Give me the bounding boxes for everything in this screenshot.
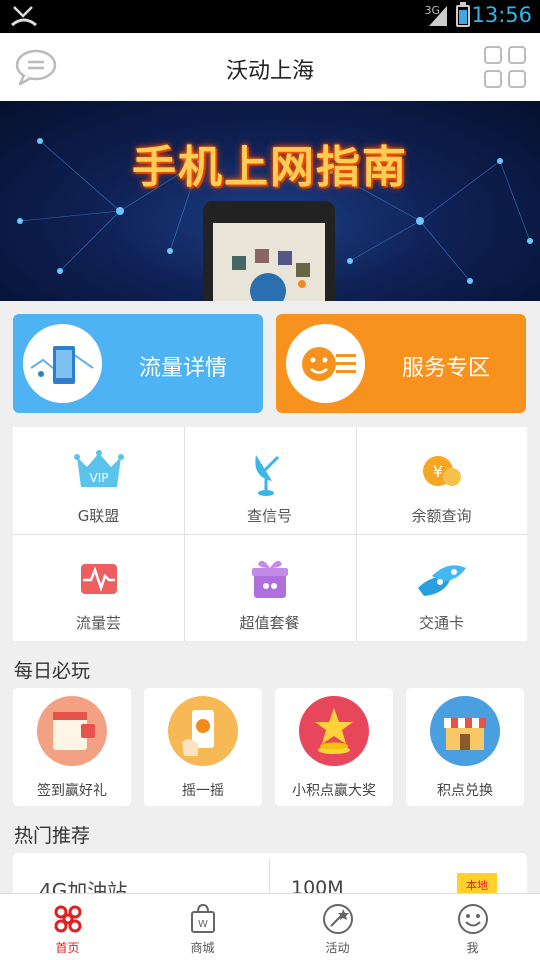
service-zone-button[interactable]: 服务专区 (276, 314, 526, 413)
vip-crown-icon: VIP (73, 450, 124, 487)
grid-item-label: 超值套餐 (239, 614, 300, 632)
bottom-tab-bar: 首页 W 商城 活动 我 (0, 893, 540, 960)
gift-box-icon (251, 560, 288, 598)
daily-section-title: 每日必玩 (14, 660, 91, 682)
daily-item-lottery[interactable]: 小积点赢大奖 (275, 688, 393, 806)
tab-me[interactable]: 我 (405, 894, 540, 960)
unicom-logo-icon (54, 905, 81, 933)
grid-item-label: 余额查询 (411, 507, 472, 525)
promo-banner[interactable]: 手机上网指南 (0, 101, 540, 301)
data-usage-button[interactable]: 流量详情 (13, 314, 263, 413)
svg-text:¥: ¥ (432, 462, 442, 481)
tab-label: 我 (466, 941, 479, 955)
grid-item-data-pool[interactable]: 流量芸 (13, 534, 184, 641)
phone-chart-icon (23, 324, 102, 403)
smiley-service-icon (286, 324, 365, 403)
hot-section-title: 热门推荐 (14, 825, 91, 847)
grid-item-label: G联盟 (77, 507, 120, 525)
daily-item-redeem[interactable]: 积点兑换 (406, 688, 524, 806)
daily-item-label: 签到赢好礼 (37, 783, 107, 799)
signal-icon (429, 6, 447, 26)
daily-item-label: 摇一摇 (182, 783, 224, 799)
svg-text:W: W (198, 919, 208, 930)
transport-card-icon (417, 565, 466, 596)
daily-item-label: 小积点赢大奖 (292, 783, 376, 799)
grid-item-label: 查信号 (246, 507, 292, 525)
daily-item-checkin[interactable]: 签到赢好礼 (13, 688, 131, 806)
grid-item-plans[interactable]: 超值套餐 (184, 534, 355, 641)
missed-call-icon (11, 6, 37, 27)
store-icon (430, 696, 500, 766)
service-zone-label: 服务专区 (401, 356, 490, 381)
star-coins-icon (299, 696, 369, 766)
menu-grid-icon[interactable] (484, 46, 526, 88)
grid-item-balance[interactable]: ¥ 余额查询 (356, 427, 527, 534)
clock: 13:56 (471, 3, 532, 27)
grid-item-label: 流量芸 (75, 614, 121, 632)
satellite-dish-icon (254, 455, 279, 496)
tab-label: 首页 (55, 941, 80, 955)
smiley-face-icon (457, 904, 488, 934)
svg-text:VIP: VIP (89, 471, 108, 485)
page-title: 沃动上海 (225, 59, 314, 84)
tab-label: 商城 (190, 941, 215, 955)
daily-item-label: 积点兑换 (437, 783, 493, 799)
battery-icon (456, 2, 470, 27)
tab-events[interactable]: 活动 (270, 894, 405, 960)
calendar-checkin-icon (37, 696, 107, 766)
tab-home[interactable]: 首页 (0, 894, 135, 960)
service-grid: VIP G联盟 查信号 ¥ 余额查询 流量芸 超值套餐 交通卡 (13, 427, 527, 641)
status-bar: 3G 13:56 (0, 0, 540, 33)
grid-item-signal[interactable]: 查信号 (184, 427, 355, 534)
header: 沃动上海 (0, 33, 540, 101)
grid-item-g-league[interactable]: VIP G联盟 (13, 427, 184, 534)
shake-phone-icon (168, 696, 238, 766)
tab-label: 活动 (325, 941, 350, 955)
tab-mall[interactable]: W 商城 (135, 894, 270, 960)
daily-item-shake[interactable]: 摇一摇 (144, 688, 262, 806)
grid-item-label: 交通卡 (418, 614, 464, 632)
heartbeat-icon (80, 564, 117, 594)
banner-title: 手机上网指南 (132, 142, 408, 193)
events-wand-icon (322, 904, 353, 934)
yuan-coin-icon: ¥ (422, 456, 461, 486)
data-usage-label: 流量详情 (138, 356, 227, 381)
shopping-bag-icon: W (190, 903, 215, 933)
grid-item-transport-card[interactable]: 交通卡 (356, 534, 527, 641)
